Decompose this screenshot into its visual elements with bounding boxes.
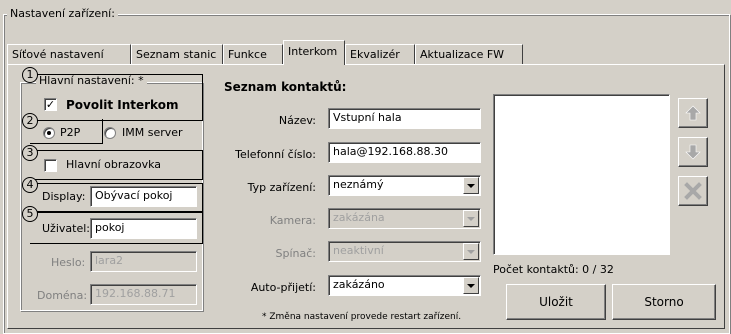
- camera-label: Kamera:: [269, 214, 316, 227]
- save-button-label: Uložit: [539, 295, 573, 309]
- move-down-button[interactable]: [678, 137, 708, 167]
- tab-network-settings[interactable]: Síťové nastavení: [7, 44, 131, 64]
- marker-2: 2: [22, 113, 38, 129]
- chevron-down-icon[interactable]: [463, 243, 479, 260]
- contact-phone-input[interactable]: hala@192.168.88.30: [328, 142, 481, 163]
- tab-intercom[interactable]: Interkom: [283, 40, 345, 65]
- device-type-value: neznámý: [333, 178, 384, 191]
- tab-equalizer[interactable]: Ekvalizér: [345, 44, 415, 64]
- tab-firmware-update[interactable]: Aktualizace FW: [415, 44, 523, 64]
- delete-x-icon: [684, 182, 702, 200]
- password-label: Heslo:: [51, 256, 86, 269]
- contact-name-label: Název:: [278, 114, 316, 127]
- arrow-down-icon: [685, 144, 701, 160]
- cancel-button-label: Storno: [644, 295, 684, 309]
- marker-4: 4: [22, 177, 38, 193]
- cancel-button[interactable]: Storno: [612, 284, 716, 320]
- mode-p2p-radio[interactable]: [43, 127, 55, 139]
- mode-p2p-label: P2P: [60, 126, 81, 139]
- check-mark-icon: ✓: [45, 98, 56, 111]
- main-screen-label: Hlavní obrazovka: [66, 158, 162, 171]
- contact-name-input[interactable]: Vstupní hala: [328, 108, 481, 129]
- marker-5: 5: [22, 206, 38, 222]
- tab-label: Seznam stanic: [136, 48, 217, 61]
- mode-imm-label: IMM server: [122, 126, 183, 139]
- device-type-label: Typ zařízení:: [247, 181, 316, 194]
- auto-answer-select[interactable]: zakázáno: [328, 275, 481, 296]
- marker-3: 3: [22, 145, 38, 161]
- tab-label: Ekvalizér: [350, 48, 400, 61]
- switch-value: neaktivní: [333, 244, 384, 257]
- auto-answer-label: Auto-přijetí:: [250, 281, 316, 294]
- user-input[interactable]: pokoj: [90, 218, 197, 239]
- chevron-down-icon[interactable]: [463, 210, 479, 227]
- arrow-up-icon: [685, 105, 701, 121]
- tab-label: Síťové nastavení: [12, 48, 104, 61]
- chevron-down-icon[interactable]: [463, 277, 479, 294]
- user-label: Uživatel:: [42, 222, 90, 235]
- device-type-select[interactable]: neznámý: [328, 175, 481, 196]
- chevron-down-icon[interactable]: [463, 177, 479, 194]
- password-input[interactable]: lara2: [90, 251, 197, 272]
- main-screen-checkbox[interactable]: [44, 159, 57, 172]
- save-button[interactable]: Uložit: [506, 284, 606, 320]
- auto-answer-value: zakázáno: [333, 278, 385, 291]
- marker-1: 1: [22, 67, 38, 83]
- camera-select[interactable]: zakázána: [328, 208, 481, 229]
- domain-input[interactable]: 192.168.88.71: [90, 284, 197, 305]
- camera-value: zakázána: [333, 211, 385, 224]
- enable-intercom-label: Povolit Interkom: [66, 98, 179, 112]
- contacts-listbox[interactable]: [493, 94, 670, 255]
- switch-select[interactable]: neaktivní: [328, 241, 481, 262]
- restart-note: * Změna nastavení provede restart zaříze…: [262, 312, 462, 322]
- switch-label: Spínač:: [275, 247, 317, 260]
- tab-station-list[interactable]: Seznam stanic: [131, 44, 223, 64]
- tab-label: Funkce: [228, 48, 267, 61]
- contacts-title: Seznam kontaktů:: [224, 80, 347, 94]
- delete-contact-button[interactable]: [678, 176, 708, 206]
- display-input[interactable]: Obývací pokoj: [90, 186, 197, 207]
- domain-label: Doména:: [37, 289, 88, 302]
- move-up-button[interactable]: [678, 98, 708, 128]
- device-settings-title: Nastavení zařízení:: [7, 7, 118, 20]
- tab-label: Interkom: [288, 45, 338, 58]
- tab-label: Aktualizace FW: [420, 48, 505, 61]
- display-label: Display:: [42, 190, 86, 203]
- tab-functions[interactable]: Funkce: [223, 44, 283, 64]
- contact-phone-label: Telefonní číslo:: [235, 148, 316, 161]
- enable-intercom-checkbox[interactable]: ✓: [44, 98, 57, 111]
- mode-imm-radio[interactable]: [104, 127, 116, 139]
- contacts-count: Počet kontaktů: 0 / 32: [493, 263, 614, 276]
